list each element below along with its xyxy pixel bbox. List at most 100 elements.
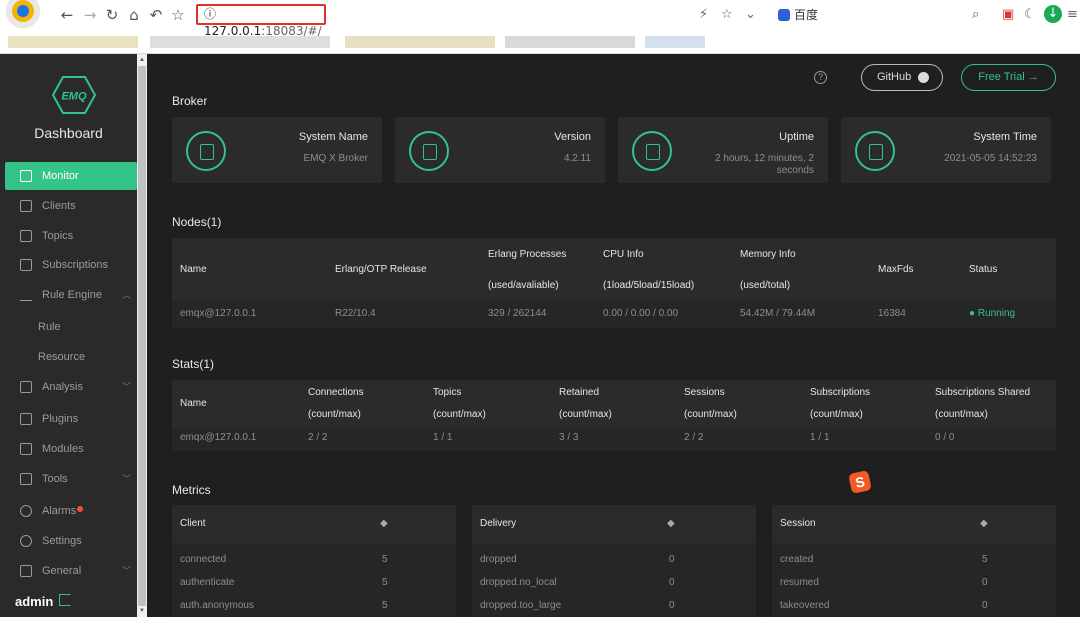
free-trial-button[interactable]: Free Trial →: [961, 64, 1056, 91]
pdf-extension-icon[interactable]: ▣: [1002, 6, 1014, 24]
sidebar-item-alarms[interactable]: Alarms: [5, 497, 137, 525]
sidebar-item-resource[interactable]: Resource: [5, 343, 137, 371]
back-icon[interactable]: ←: [58, 6, 76, 24]
general-icon: [20, 565, 32, 577]
metrics-section-title: Metrics: [172, 483, 211, 497]
sogou-input-icon[interactable]: S: [848, 470, 872, 494]
bookmark-item[interactable]: [8, 36, 138, 48]
stats-col-name: Name: [180, 398, 207, 409]
sidebar: EMQ Dashboard Monitor Clients Topics Sub…: [0, 54, 137, 617]
undo-icon[interactable]: ↶: [147, 6, 165, 24]
sidebar-item-subscriptions[interactable]: Subscriptions: [5, 251, 137, 279]
bookmark-item[interactable]: [345, 36, 495, 48]
card-value: 2021-05-05 14:52:23: [944, 153, 1037, 164]
chevron-up-icon: ︿: [121, 290, 131, 300]
menu-icon[interactable]: ≡: [1067, 6, 1078, 24]
sidebar-item-general[interactable]: General ﹀: [5, 557, 137, 585]
sidebar-item-modules[interactable]: Modules: [5, 435, 137, 463]
stats-connections: 2 / 2: [308, 432, 328, 443]
stats-section-title: Stats(1): [172, 357, 215, 371]
system-name-card: System Name EMQ X Broker: [172, 117, 382, 183]
stats-col-retained: Retained: [559, 387, 600, 398]
github-label: GitHub: [877, 71, 912, 83]
github-button[interactable]: GitHub: [861, 64, 943, 91]
metrics-head-label: Session: [780, 518, 816, 529]
sort-icon[interactable]: ◆: [980, 505, 988, 543]
logo-text: EMQ: [61, 91, 87, 103]
sort-icon[interactable]: ◆: [380, 505, 388, 543]
sidebar-item-label: Subscriptions: [42, 259, 109, 271]
metric-name: takeovered: [780, 600, 830, 611]
stats-subscriptions-shared: 0 / 0: [935, 432, 955, 443]
scroll-thumb[interactable]: [138, 66, 146, 606]
clock-icon: [855, 131, 895, 171]
metrics-table-header[interactable]: Client ◆: [172, 505, 456, 543]
dropdown-chevron-icon[interactable]: ⌄: [745, 6, 756, 24]
settings-icon: [20, 535, 32, 547]
metrics-table-header[interactable]: Delivery ◆: [472, 505, 756, 543]
browser-logo-icon: [6, 0, 40, 28]
metric-value: 0: [669, 577, 675, 588]
stats-col-sessions: Sessions: [684, 387, 725, 398]
node-cpu: 0.00 / 0.00 / 0.00: [603, 308, 679, 319]
plugins-icon: [20, 413, 32, 425]
sidebar-item-plugins[interactable]: Plugins: [5, 405, 137, 433]
scroll-down-icon[interactable]: ▼: [138, 607, 146, 615]
metric-value: 5: [382, 554, 388, 565]
search-icon[interactable]: ⌕: [972, 6, 979, 24]
stats-table-header: Name Connections (count/max) Topics (cou…: [172, 380, 1056, 427]
scroll-up-icon[interactable]: ▲: [138, 56, 146, 64]
sort-icon[interactable]: ◆: [667, 505, 675, 543]
metric-name: dropped: [480, 554, 517, 565]
card-value: 4.2.11: [563, 153, 591, 164]
sidebar-scrollbar[interactable]: ▲ ▼: [137, 54, 147, 617]
sidebar-item-label: Settings: [42, 535, 82, 547]
lightning-icon[interactable]: ⚡: [699, 6, 708, 24]
sidebar-item-settings[interactable]: Settings: [5, 527, 137, 555]
help-icon[interactable]: ?: [814, 71, 827, 84]
card-value: 2 hours, 12 minutes, 2 seconds: [715, 153, 814, 176]
search-engine-label: 百度: [794, 8, 819, 22]
system-time-card: System Time 2021-05-05 14:52:23: [841, 117, 1051, 183]
clients-icon: [20, 200, 32, 212]
metric-value: 0: [669, 554, 675, 565]
node-name[interactable]: emqx@127.0.0.1: [180, 308, 256, 319]
chevron-down-icon: ﹀: [121, 382, 131, 392]
document-icon: [186, 131, 226, 171]
card-label: System Name: [298, 131, 368, 143]
bookmark-item[interactable]: [150, 36, 330, 48]
metric-name: authenticate: [180, 577, 235, 588]
nodes-table: Name Erlang/OTP Release Erlang Processes…: [172, 238, 1056, 328]
sidebar-item-analysis[interactable]: Analysis ﹀: [5, 373, 137, 401]
sidebar-item-rule[interactable]: Rule: [5, 313, 137, 341]
sidebar-item-rule-engine[interactable]: Rule Engine ︿: [5, 281, 137, 309]
address-bar[interactable]: ⓘ 127.0.0.1:18083/#/: [196, 4, 326, 38]
card-label: Uptime: [779, 131, 814, 143]
sidebar-item-clients[interactable]: Clients: [5, 192, 137, 220]
metrics-head-label: Client: [180, 518, 206, 529]
main-content: ? GitHub Free Trial → Broker System Name…: [147, 54, 1080, 617]
alarm-badge: [77, 506, 84, 512]
metric-name: created: [780, 554, 814, 565]
dark-mode-icon[interactable]: ☾: [1024, 6, 1036, 24]
sidebar-item-monitor[interactable]: Monitor: [5, 162, 137, 190]
bookmark-item[interactable]: [645, 36, 705, 48]
sidebar-item-label: Analysis: [42, 381, 83, 393]
browser-chrome: ← → ↻ ⌂ ↶ ☆ ⓘ 127.0.0.1:18083/#/ ⚡ ☆ ⌄ 百…: [0, 0, 1080, 54]
reload-icon[interactable]: ↻: [103, 6, 121, 24]
sidebar-item-tools[interactable]: Tools ﹀: [5, 465, 137, 493]
bookmark-item[interactable]: [505, 36, 635, 48]
search-box[interactable]: 百度: [776, 5, 998, 25]
download-icon[interactable]: ↓: [1044, 5, 1062, 23]
favorite-star-icon[interactable]: ☆: [721, 6, 733, 24]
home-icon[interactable]: ⌂: [125, 6, 143, 24]
forward-icon[interactable]: →: [81, 6, 99, 24]
emq-logo: EMQ: [51, 76, 97, 114]
metrics-table-header[interactable]: Session ◆: [772, 505, 1056, 543]
metric-value: 0: [669, 600, 675, 611]
bookmark-star-icon[interactable]: ☆: [169, 6, 187, 24]
nodes-col-processes: Erlang Processes: [488, 249, 567, 260]
metric-value: 5: [382, 577, 388, 588]
logout-icon[interactable]: [59, 594, 71, 606]
sidebar-item-topics[interactable]: Topics: [5, 222, 137, 250]
